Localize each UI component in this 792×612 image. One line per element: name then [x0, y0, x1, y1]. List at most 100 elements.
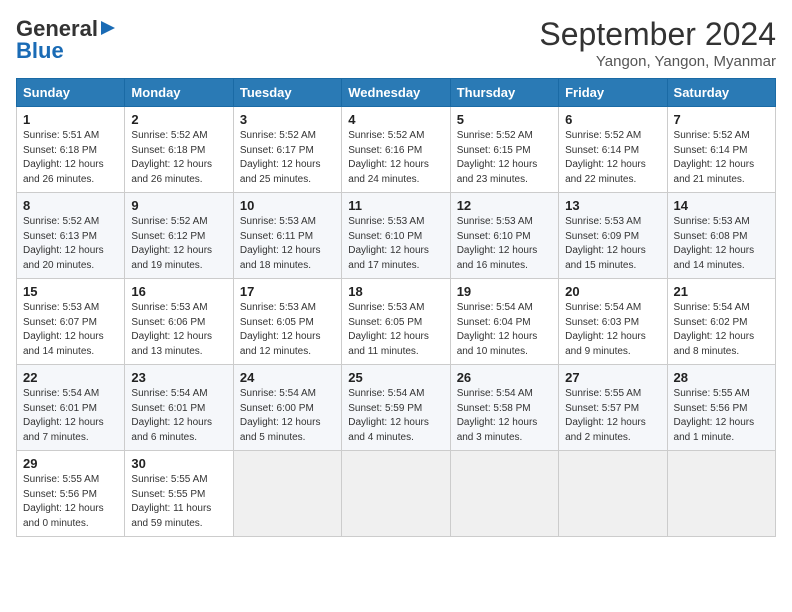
day-info: Sunrise: 5:53 AMSunset: 6:08 PMDaylight:…	[674, 215, 769, 273]
location: Yangon, Yangon, Myanmar	[539, 53, 776, 70]
title-section: September 2024 Yangon, Yangon, Myanmar	[539, 16, 776, 70]
day-info: Sunrise: 5:53 AMSunset: 6:07 PMDaylight:…	[23, 301, 118, 359]
day-of-week-header: Saturday	[667, 79, 775, 107]
day-number: 20	[565, 284, 660, 299]
day-info: Sunrise: 5:52 AMSunset: 6:18 PMDaylight:…	[131, 129, 226, 187]
day-number: 10	[240, 198, 335, 213]
day-number: 30	[131, 456, 226, 471]
day-info: Sunrise: 5:53 AMSunset: 6:10 PMDaylight:…	[457, 215, 552, 273]
day-info: Sunrise: 5:51 AMSunset: 6:18 PMDaylight:…	[23, 129, 118, 187]
calendar-day: 15 Sunrise: 5:53 AMSunset: 6:07 PMDayligh…	[17, 279, 125, 365]
calendar-day: 13 Sunrise: 5:53 AMSunset: 6:09 PMDayligh…	[559, 193, 667, 279]
day-number: 24	[240, 370, 335, 385]
day-info: Sunrise: 5:54 AMSunset: 5:59 PMDaylight:…	[348, 387, 443, 445]
calendar-header-row: SundayMondayTuesdayWednesdayThursdayFrid…	[17, 79, 776, 107]
page-header: General Blue September 2024 Yangon, Yang…	[16, 16, 776, 70]
day-info: Sunrise: 5:55 AMSunset: 5:56 PMDaylight:…	[23, 473, 118, 531]
calendar-day	[233, 451, 341, 537]
day-number: 15	[23, 284, 118, 299]
day-number: 17	[240, 284, 335, 299]
day-info: Sunrise: 5:54 AMSunset: 6:01 PMDaylight:…	[23, 387, 118, 445]
day-info: Sunrise: 5:53 AMSunset: 6:05 PMDaylight:…	[240, 301, 335, 359]
calendar-day: 2 Sunrise: 5:52 AMSunset: 6:18 PMDaylight…	[125, 107, 233, 193]
day-info: Sunrise: 5:53 AMSunset: 6:06 PMDaylight:…	[131, 301, 226, 359]
day-number: 22	[23, 370, 118, 385]
day-info: Sunrise: 5:54 AMSunset: 6:02 PMDaylight:…	[674, 301, 769, 359]
day-number: 12	[457, 198, 552, 213]
day-number: 21	[674, 284, 769, 299]
day-info: Sunrise: 5:52 AMSunset: 6:17 PMDaylight:…	[240, 129, 335, 187]
calendar-day: 17 Sunrise: 5:53 AMSunset: 6:05 PMDayligh…	[233, 279, 341, 365]
day-info: Sunrise: 5:54 AMSunset: 6:00 PMDaylight:…	[240, 387, 335, 445]
day-info: Sunrise: 5:52 AMSunset: 6:15 PMDaylight:…	[457, 129, 552, 187]
calendar-day	[559, 451, 667, 537]
calendar-day: 21 Sunrise: 5:54 AMSunset: 6:02 PMDayligh…	[667, 279, 775, 365]
day-number: 11	[348, 198, 443, 213]
calendar-day: 6 Sunrise: 5:52 AMSunset: 6:14 PMDaylight…	[559, 107, 667, 193]
calendar-week-row: 15 Sunrise: 5:53 AMSunset: 6:07 PMDayligh…	[17, 279, 776, 365]
day-info: Sunrise: 5:53 AMSunset: 6:09 PMDaylight:…	[565, 215, 660, 273]
day-number: 3	[240, 112, 335, 127]
day-info: Sunrise: 5:55 AMSunset: 5:56 PMDaylight:…	[674, 387, 769, 445]
day-of-week-header: Sunday	[17, 79, 125, 107]
day-number: 2	[131, 112, 226, 127]
day-number: 6	[565, 112, 660, 127]
day-number: 18	[348, 284, 443, 299]
day-number: 16	[131, 284, 226, 299]
calendar-day: 29 Sunrise: 5:55 AMSunset: 5:56 PMDayligh…	[17, 451, 125, 537]
calendar-day: 5 Sunrise: 5:52 AMSunset: 6:15 PMDaylight…	[450, 107, 558, 193]
calendar-day: 3 Sunrise: 5:52 AMSunset: 6:17 PMDaylight…	[233, 107, 341, 193]
calendar-day: 24 Sunrise: 5:54 AMSunset: 6:00 PMDayligh…	[233, 365, 341, 451]
day-number: 28	[674, 370, 769, 385]
day-info: Sunrise: 5:52 AMSunset: 6:16 PMDaylight:…	[348, 129, 443, 187]
day-info: Sunrise: 5:54 AMSunset: 5:58 PMDaylight:…	[457, 387, 552, 445]
calendar-day: 4 Sunrise: 5:52 AMSunset: 6:16 PMDaylight…	[342, 107, 450, 193]
month-title: September 2024	[539, 16, 776, 53]
day-info: Sunrise: 5:54 AMSunset: 6:03 PMDaylight:…	[565, 301, 660, 359]
calendar-day	[342, 451, 450, 537]
calendar-day: 26 Sunrise: 5:54 AMSunset: 5:58 PMDayligh…	[450, 365, 558, 451]
calendar-day: 8Sunrise: 5:52 AMSunset: 6:13 PMDaylight…	[17, 193, 125, 279]
day-info: Sunrise: 5:55 AMSunset: 5:55 PMDaylight:…	[131, 473, 226, 531]
calendar-week-row: 29 Sunrise: 5:55 AMSunset: 5:56 PMDayligh…	[17, 451, 776, 537]
day-of-week-header: Wednesday	[342, 79, 450, 107]
day-number: 4	[348, 112, 443, 127]
calendar-day	[667, 451, 775, 537]
day-of-week-header: Friday	[559, 79, 667, 107]
day-number: 27	[565, 370, 660, 385]
day-info: Sunrise: 5:54 AMSunset: 6:04 PMDaylight:…	[457, 301, 552, 359]
calendar-day: 14 Sunrise: 5:53 AMSunset: 6:08 PMDayligh…	[667, 193, 775, 279]
day-number: 8	[23, 198, 118, 213]
calendar-day: 22 Sunrise: 5:54 AMSunset: 6:01 PMDayligh…	[17, 365, 125, 451]
day-number: 9	[131, 198, 226, 213]
calendar-day: 7Sunrise: 5:52 AMSunset: 6:14 PMDaylight…	[667, 107, 775, 193]
day-info: Sunrise: 5:52 AMSunset: 6:12 PMDaylight:…	[131, 215, 226, 273]
calendar-day	[450, 451, 558, 537]
day-number: 29	[23, 456, 118, 471]
calendar-day: 18 Sunrise: 5:53 AMSunset: 6:05 PMDayligh…	[342, 279, 450, 365]
day-number: 1	[23, 112, 118, 127]
day-info: Sunrise: 5:55 AMSunset: 5:57 PMDaylight:…	[565, 387, 660, 445]
day-number: 25	[348, 370, 443, 385]
day-number: 14	[674, 198, 769, 213]
day-info: Sunrise: 5:53 AMSunset: 6:05 PMDaylight:…	[348, 301, 443, 359]
calendar-day: 27 Sunrise: 5:55 AMSunset: 5:57 PMDayligh…	[559, 365, 667, 451]
day-number: 13	[565, 198, 660, 213]
calendar-day: 11 Sunrise: 5:53 AMSunset: 6:10 PMDayligh…	[342, 193, 450, 279]
day-info: Sunrise: 5:53 AMSunset: 6:10 PMDaylight:…	[348, 215, 443, 273]
logo: General Blue	[16, 16, 117, 64]
day-number: 26	[457, 370, 552, 385]
day-number: 5	[457, 112, 552, 127]
day-number: 7	[674, 112, 769, 127]
calendar-day: 25 Sunrise: 5:54 AMSunset: 5:59 PMDayligh…	[342, 365, 450, 451]
day-info: Sunrise: 5:52 AMSunset: 6:14 PMDaylight:…	[565, 129, 660, 187]
calendar-day: 23Sunrise: 5:54 AMSunset: 6:01 PMDayligh…	[125, 365, 233, 451]
day-number: 19	[457, 284, 552, 299]
logo-arrow-icon	[99, 19, 117, 37]
day-of-week-header: Monday	[125, 79, 233, 107]
day-info: Sunrise: 5:53 AMSunset: 6:11 PMDaylight:…	[240, 215, 335, 273]
calendar-day: 1 Sunrise: 5:51 AMSunset: 6:18 PMDaylight…	[17, 107, 125, 193]
day-of-week-header: Thursday	[450, 79, 558, 107]
calendar-table: SundayMondayTuesdayWednesdayThursdayFrid…	[16, 78, 776, 537]
calendar-day: 12 Sunrise: 5:53 AMSunset: 6:10 PMDayligh…	[450, 193, 558, 279]
